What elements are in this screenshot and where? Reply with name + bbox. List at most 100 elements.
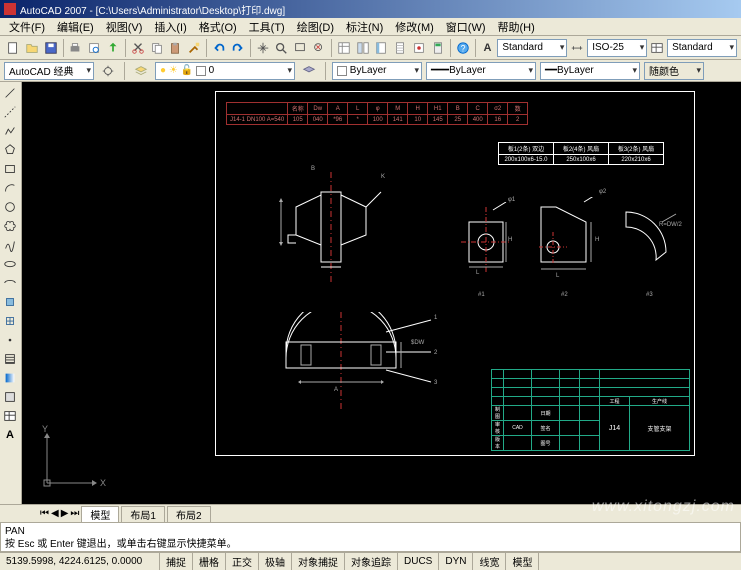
textstyle-a-icon[interactable]: A xyxy=(479,38,497,58)
elevation-view xyxy=(246,312,446,422)
gradient-icon[interactable] xyxy=(1,369,19,387)
make-block-icon[interactable] xyxy=(1,312,19,330)
polyline-icon[interactable] xyxy=(1,122,19,140)
tab-layout2[interactable]: 布局2 xyxy=(167,506,211,522)
sheetset-icon[interactable] xyxy=(391,38,409,58)
tab-nav-first-icon[interactable]: ⏮ xyxy=(40,508,49,519)
redo-icon[interactable] xyxy=(229,38,247,58)
circle-icon[interactable] xyxy=(1,198,19,216)
tab-nav-last-icon[interactable]: ⏭ xyxy=(70,508,79,519)
xline-icon[interactable] xyxy=(1,103,19,121)
menu-format[interactable]: 格式(O) xyxy=(194,19,242,35)
label-h2: H xyxy=(595,237,599,243)
revcloud-icon[interactable] xyxy=(1,217,19,235)
menu-edit[interactable]: 编辑(E) xyxy=(52,19,99,35)
color-combo[interactable]: ByLayer xyxy=(332,62,422,80)
new-icon[interactable] xyxy=(4,38,22,58)
separator xyxy=(63,39,64,57)
menu-tools[interactable]: 工具(T) xyxy=(244,19,290,35)
tab-model[interactable]: 模型 xyxy=(81,506,119,522)
save-icon[interactable] xyxy=(42,38,60,58)
menu-dimension[interactable]: 标注(N) xyxy=(341,19,388,35)
print-icon[interactable] xyxy=(66,38,84,58)
publish-icon[interactable] xyxy=(104,38,122,58)
menu-insert[interactable]: 插入(I) xyxy=(149,19,191,35)
tab-layout1[interactable]: 布局1 xyxy=(121,506,165,522)
command-line[interactable]: PAN 按 Esc 或 Enter 键退出，或单击右键显示快捷菜单。 xyxy=(0,522,741,552)
osnap-toggle[interactable]: 对象捕捉 xyxy=(292,553,345,570)
pan-icon[interactable] xyxy=(254,38,272,58)
zoom-prev-icon[interactable] xyxy=(310,38,328,58)
rectangle-icon[interactable] xyxy=(1,160,19,178)
tablestyle-icon[interactable] xyxy=(648,38,666,58)
cut-icon[interactable] xyxy=(129,38,147,58)
menu-window[interactable]: 窗口(W) xyxy=(441,19,491,35)
point-icon[interactable] xyxy=(1,331,19,349)
ellipse-arc-icon[interactable] xyxy=(1,274,19,292)
table-icon[interactable] xyxy=(1,407,19,425)
menu-help[interactable]: 帮助(H) xyxy=(493,19,540,35)
spline-icon[interactable] xyxy=(1,236,19,254)
toolpalette-icon[interactable] xyxy=(373,38,391,58)
match-icon[interactable] xyxy=(185,38,203,58)
copy-icon[interactable] xyxy=(148,38,166,58)
tab-nav-next-icon[interactable]: ▶ xyxy=(61,508,69,519)
status-bar: 5139.5998, 4224.6125, 0.0000 捕捉 栅格 正交 极轴… xyxy=(0,552,741,570)
label-b: B xyxy=(311,166,315,172)
menu-view[interactable]: 视图(V) xyxy=(101,19,148,35)
calc-icon[interactable] xyxy=(429,38,447,58)
menu-modify[interactable]: 修改(M) xyxy=(390,19,439,35)
hatch-icon[interactable] xyxy=(1,350,19,368)
textstyle-combo[interactable]: Standard xyxy=(497,39,567,57)
svg-text:?: ? xyxy=(460,43,465,53)
open-icon[interactable] xyxy=(23,38,41,58)
polygon-icon[interactable] xyxy=(1,141,19,159)
linetype-combo[interactable]: ━━━ ByLayer xyxy=(426,62,536,80)
layer-combo[interactable]: ● ☀ 🔓 0 xyxy=(155,62,295,80)
dimstyle-icon[interactable] xyxy=(568,38,586,58)
layer-icon[interactable] xyxy=(131,61,151,81)
otrack-toggle[interactable]: 对象追踪 xyxy=(345,553,398,570)
tab-nav-prev-icon[interactable]: ◀ xyxy=(51,508,59,519)
snap-toggle[interactable]: 捕捉 xyxy=(160,553,193,570)
model-toggle[interactable]: 模型 xyxy=(506,553,539,570)
paste-icon[interactable] xyxy=(167,38,185,58)
separator xyxy=(450,39,451,57)
markup-icon[interactable] xyxy=(410,38,428,58)
arc-icon[interactable] xyxy=(1,179,19,197)
dyn-toggle[interactable]: DYN xyxy=(439,553,473,570)
workspace-settings-icon[interactable] xyxy=(98,61,118,81)
workspace-combo[interactable]: AutoCAD 经典 xyxy=(4,62,94,80)
layer-previous-icon[interactable] xyxy=(299,61,319,81)
separator xyxy=(124,62,125,80)
menu-file[interactable]: 文件(F) xyxy=(4,19,50,35)
material-table: 板1(2条) 双边板2(4条) 风扇板3(2条) 风扇 200x100x6-15… xyxy=(498,142,664,165)
dimstyle-combo[interactable]: ISO-25 xyxy=(587,39,647,57)
ellipse-icon[interactable] xyxy=(1,255,19,273)
plotstyle-combo[interactable]: 随颜色 xyxy=(644,62,704,80)
line-icon[interactable] xyxy=(1,84,19,102)
cmd-line1: PAN xyxy=(5,525,736,538)
zoom-icon[interactable] xyxy=(272,38,290,58)
properties-icon[interactable] xyxy=(335,38,353,58)
menu-bar[interactable]: 文件(F) 编辑(E) 视图(V) 插入(I) 格式(O) 工具(T) 绘图(D… xyxy=(0,18,741,36)
lineweight-combo[interactable]: ━━ ByLayer xyxy=(540,62,640,80)
grid-toggle[interactable]: 栅格 xyxy=(193,553,226,570)
tablestyle-combo[interactable]: Standard xyxy=(667,39,737,57)
help-icon[interactable]: ? xyxy=(454,38,472,58)
polar-toggle[interactable]: 极轴 xyxy=(259,553,292,570)
ortho-toggle[interactable]: 正交 xyxy=(226,553,259,570)
region-icon[interactable] xyxy=(1,388,19,406)
print-preview-icon[interactable] xyxy=(85,38,103,58)
menu-draw[interactable]: 绘图(D) xyxy=(292,19,339,35)
ducs-toggle[interactable]: DUCS xyxy=(398,553,439,570)
insert-block-icon[interactable] xyxy=(1,293,19,311)
designcenter-icon[interactable] xyxy=(354,38,372,58)
undo-icon[interactable] xyxy=(210,38,228,58)
zoom-window-icon[interactable] xyxy=(291,38,309,58)
lwt-toggle[interactable]: 线宽 xyxy=(473,553,506,570)
drawing-canvas[interactable]: 名称DwA LφM HH1B Cσ2数 J14-1 DN100 A=540 10… xyxy=(22,82,741,504)
separator xyxy=(325,62,326,80)
mtext-icon[interactable]: A xyxy=(1,426,19,444)
standard-toolbar: ? A Standard ISO-25 Standard xyxy=(0,36,741,60)
